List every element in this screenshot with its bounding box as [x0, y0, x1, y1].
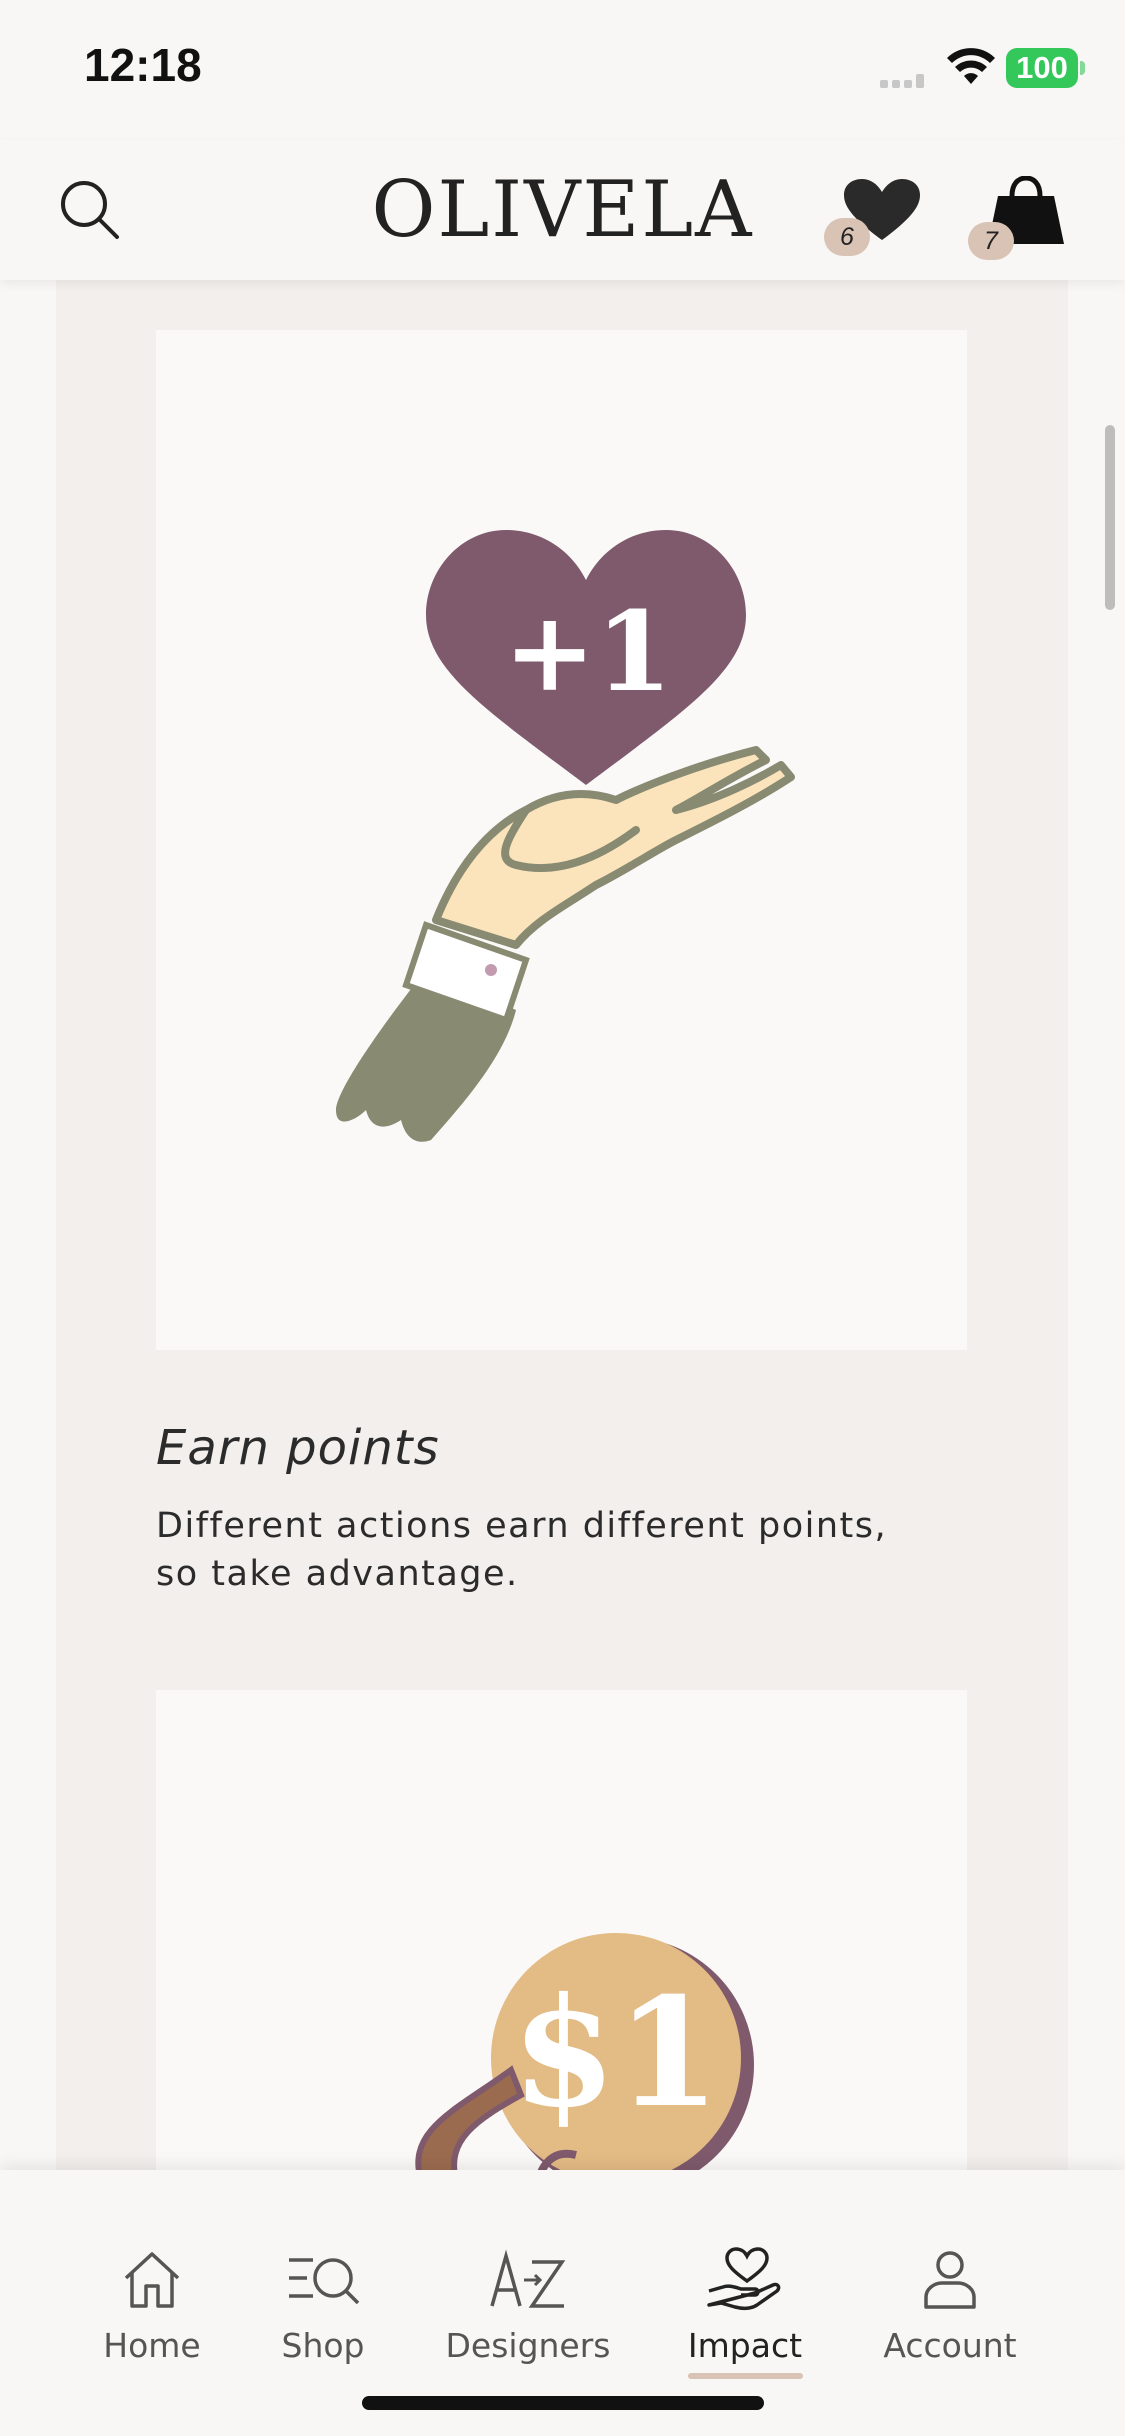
home-indicator[interactable] [362, 2396, 764, 2410]
earn-points-description: Different actions earn different points,… [156, 1506, 888, 1594]
battery-tip [1080, 61, 1085, 75]
content-scroll-area[interactable]: +1 Earn points Different actions earn di… [0, 280, 1125, 2170]
designers-icon [490, 2249, 566, 2308]
wifi-icon [947, 48, 995, 84]
tab-designers-label: Designers [445, 2326, 611, 2365]
battery-indicator: 100 [1006, 48, 1078, 88]
status-bar: 12:18 100 [0, 0, 1125, 140]
wishlist-button[interactable]: 6 [822, 178, 922, 258]
redeem-illustration: $1 [156, 1690, 967, 2170]
rewards-steps-panel: +1 Earn points Different actions earn di… [56, 280, 1068, 2170]
bag-count-badge: 7 [968, 222, 1014, 260]
tab-home[interactable]: Home [62, 2240, 242, 2365]
active-tab-indicator [687, 2373, 803, 2379]
earn-points-title: Earn points [156, 1420, 440, 1476]
shop-icon [289, 2258, 360, 2305]
dollar-one-text: $1 [512, 1965, 721, 2141]
vertical-scrollbar[interactable] [1105, 425, 1115, 610]
plus-one-text: +1 [504, 587, 673, 716]
tab-shop-label: Shop [281, 2326, 365, 2365]
tab-impact[interactable]: Impact [655, 2240, 835, 2379]
tab-home-label: Home [103, 2326, 201, 2365]
impact-icon [707, 2247, 781, 2311]
status-time: 12:18 [84, 39, 202, 91]
tab-designers[interactable]: Designers [438, 2240, 618, 2365]
tab-shop[interactable]: Shop [233, 2240, 413, 2365]
bag-button[interactable]: 7 [968, 176, 1068, 260]
tab-impact-label: Impact [687, 2326, 803, 2365]
tab-account[interactable]: Account [860, 2240, 1040, 2365]
account-icon [924, 2251, 976, 2309]
hand-holding-heart-icon: +1 [336, 530, 795, 1142]
cellular-signal-icon [880, 74, 924, 88]
tab-account-label: Account [883, 2326, 1017, 2365]
coin-icon: $1 [415, 1933, 754, 2170]
home-icon [124, 2252, 180, 2308]
earn-points-illustration: +1 [156, 330, 967, 1350]
app-header: OLIVELA 6 7 [0, 140, 1125, 280]
wishlist-count-badge: 6 [824, 218, 870, 256]
brand-logo[interactable]: OLIVELA [0, 165, 1125, 255]
